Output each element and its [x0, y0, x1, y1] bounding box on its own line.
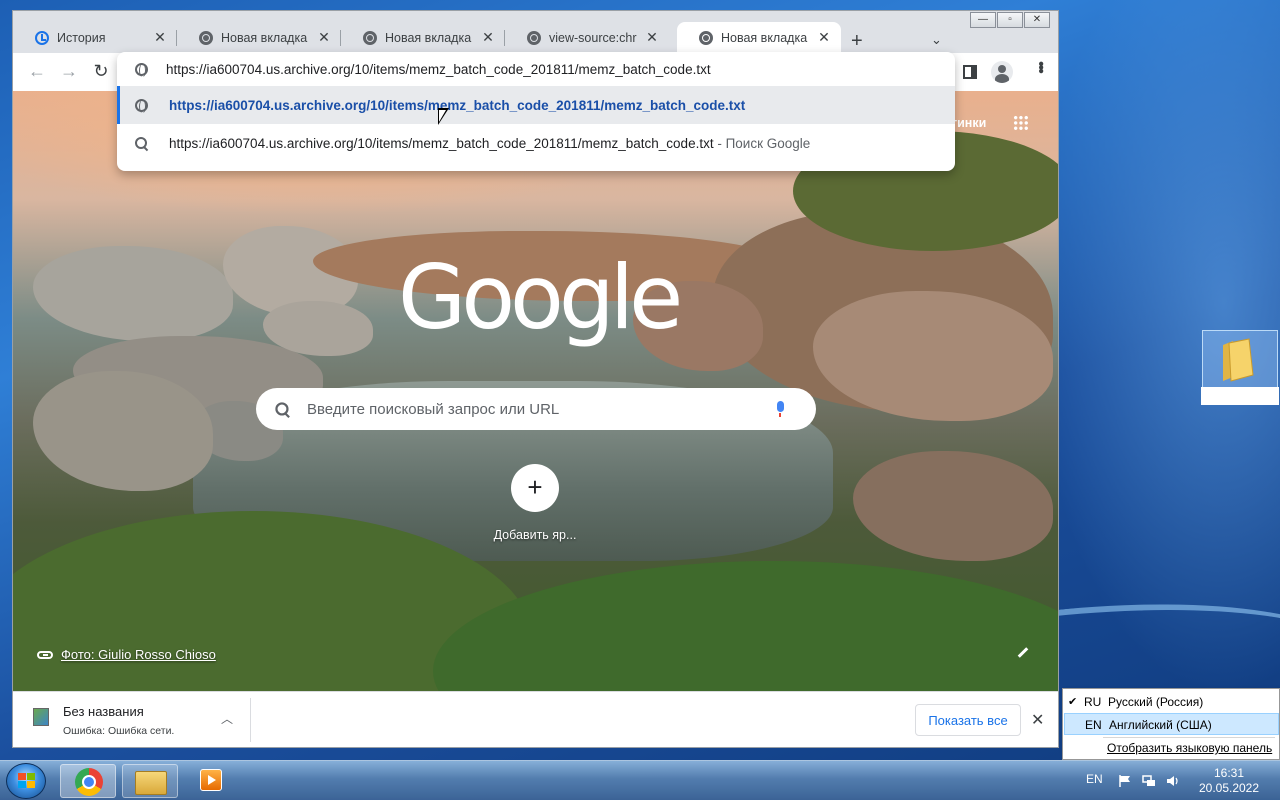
suggestion-suffix: - Поиск Google: [713, 135, 811, 151]
tab-title: Новая вкладка: [221, 30, 308, 45]
close-download-bar-icon[interactable]: ✕: [1031, 710, 1044, 730]
tab-title: Новая вкладка: [721, 30, 808, 45]
ntp-search-box[interactable]: [256, 388, 816, 430]
images-link[interactable]: тинки: [951, 116, 986, 130]
download-divider: [250, 698, 251, 742]
language-menu: ✔ RU Русский (Россия) EN Английский (США…: [1062, 688, 1280, 760]
tab-close-icon[interactable]: ✕: [481, 29, 495, 46]
chrome-icon: [527, 30, 541, 45]
tab-view-source[interactable]: view-source:chrom ✕: [505, 22, 669, 53]
file-icon: [33, 708, 49, 726]
download-item[interactable]: Без названия Ошибка: Ошибка сети. ︿: [33, 702, 251, 740]
tab-new-2[interactable]: Новая вкладка ✕: [341, 22, 505, 53]
show-language-bar-item[interactable]: Отобразить языковую панель: [1107, 741, 1272, 755]
photo-credit-text: Фото: Giulio Rosso Chioso: [61, 647, 216, 662]
action-center-flag-icon[interactable]: [1118, 775, 1132, 787]
tray-language-indicator[interactable]: EN: [1086, 772, 1103, 786]
tab-close-icon[interactable]: ✕: [317, 29, 331, 46]
language-item-ru[interactable]: ✔ RU Русский (Россия): [1064, 691, 1279, 713]
globe-icon: [135, 62, 148, 77]
profile-avatar-icon[interactable]: [991, 61, 1013, 83]
omnibox-dropdown: https://ia600704.us.archive.org/10/items…: [117, 52, 955, 171]
omnibox-suggestion-url[interactable]: https://ia600704.us.archive.org/10/items…: [117, 86, 955, 124]
suggestion-query: https://ia600704.us.archive.org/10/items…: [169, 135, 714, 151]
google-logo: Google: [398, 246, 683, 349]
suggestion-text: https://ia600704.us.archive.org/10/items…: [169, 136, 810, 151]
forward-button[interactable]: →: [57, 61, 81, 82]
download-filename: Без названия: [63, 704, 144, 719]
history-icon: [35, 30, 49, 45]
folder-icon: [135, 771, 167, 795]
ntp-search-input[interactable]: [307, 400, 767, 418]
back-button[interactable]: ←: [25, 61, 49, 82]
language-code: EN: [1085, 718, 1102, 732]
windows-logo-icon: [18, 773, 36, 790]
chrome-icon: [199, 30, 213, 45]
taskbar-chrome-button[interactable]: [60, 764, 116, 798]
tab-search-button[interactable]: ⌄: [931, 32, 942, 48]
tab-title: Новая вкладка: [385, 30, 472, 45]
new-tab-button[interactable]: +: [851, 30, 863, 53]
language-code: RU: [1084, 695, 1102, 709]
search-icon: [135, 136, 148, 150]
show-all-downloads-button[interactable]: Показать все: [915, 704, 1021, 736]
tab-title: История: [57, 30, 106, 45]
side-panel-icon[interactable]: [963, 65, 977, 79]
photo-credit-link[interactable]: Фото: Giulio Rosso Chioso: [37, 647, 216, 662]
clock-time: 16:31: [1213, 766, 1245, 780]
start-button[interactable]: [6, 763, 46, 799]
media-player-icon[interactable]: [200, 769, 222, 791]
download-bar: Без названия Ошибка: Ошибка сети. ︿ Пока…: [13, 691, 1058, 747]
tab-close-icon[interactable]: ✕: [153, 29, 167, 46]
checkmark-icon: ✔: [1068, 696, 1078, 708]
taskbar-clock[interactable]: 16:31 20.05.2022: [1196, 766, 1262, 796]
network-icon[interactable]: [1142, 775, 1156, 787]
tab-new-1[interactable]: Новая вкладка ✕: [177, 22, 341, 53]
tab-strip: История ✕ Новая вкладка ✕ Новая вкладка …: [13, 19, 1058, 53]
chrome-icon: [75, 768, 103, 796]
add-shortcut-button[interactable]: +: [511, 464, 559, 512]
add-shortcut-label: Добавить яр...: [493, 528, 577, 542]
tab-history[interactable]: История ✕: [13, 22, 177, 53]
suggestion-text: https://ia600704.us.archive.org/10/items…: [169, 97, 746, 113]
mouse-cursor: [438, 108, 449, 125]
link-icon: [37, 650, 53, 659]
address-bar-input[interactable]: [166, 61, 926, 77]
language-name: Английский (США): [1109, 718, 1212, 732]
tab-title: view-source:chrom: [549, 30, 637, 45]
language-name: Русский (Россия): [1108, 695, 1204, 709]
chevron-up-icon[interactable]: ︿: [221, 710, 233, 727]
omnibox-suggestion-search[interactable]: https://ia600704.us.archive.org/10/items…: [117, 124, 955, 162]
tab-close-icon[interactable]: ✕: [645, 29, 659, 46]
download-status: Ошибка: Ошибка сети.: [63, 725, 175, 737]
chrome-icon: [699, 30, 713, 45]
menu-separator: [1103, 737, 1275, 738]
chrome-icon: [363, 30, 377, 45]
rock: [33, 371, 213, 491]
language-item-en[interactable]: EN Английский (США): [1064, 713, 1279, 735]
taskbar-explorer-button[interactable]: [122, 764, 178, 798]
rock: [853, 451, 1053, 561]
vegetation: [433, 561, 1058, 691]
folder-icon: [1223, 338, 1254, 382]
google-apps-icon[interactable]: [1013, 115, 1029, 131]
taskbar: EN 16:31 20.05.2022: [0, 760, 1280, 800]
omnibox-row: [117, 52, 955, 86]
desktop-folder-label[interactable]: [1201, 387, 1279, 405]
tab-new-active[interactable]: Новая вкладка ✕: [677, 22, 841, 53]
reload-button[interactable]: ↻: [89, 61, 113, 82]
rock: [33, 246, 233, 341]
menu-kebab-icon[interactable]: •••: [1031, 61, 1049, 72]
new-tab-page: тинки Google + Добавить яр... Фото: Giul…: [13, 91, 1058, 691]
volume-icon[interactable]: [1166, 775, 1180, 787]
microphone-icon[interactable]: [775, 401, 785, 417]
search-icon: [275, 401, 289, 416]
globe-icon: [135, 98, 148, 113]
clock-date: 20.05.2022: [1198, 781, 1260, 795]
tab-close-icon[interactable]: ✕: [817, 29, 831, 46]
